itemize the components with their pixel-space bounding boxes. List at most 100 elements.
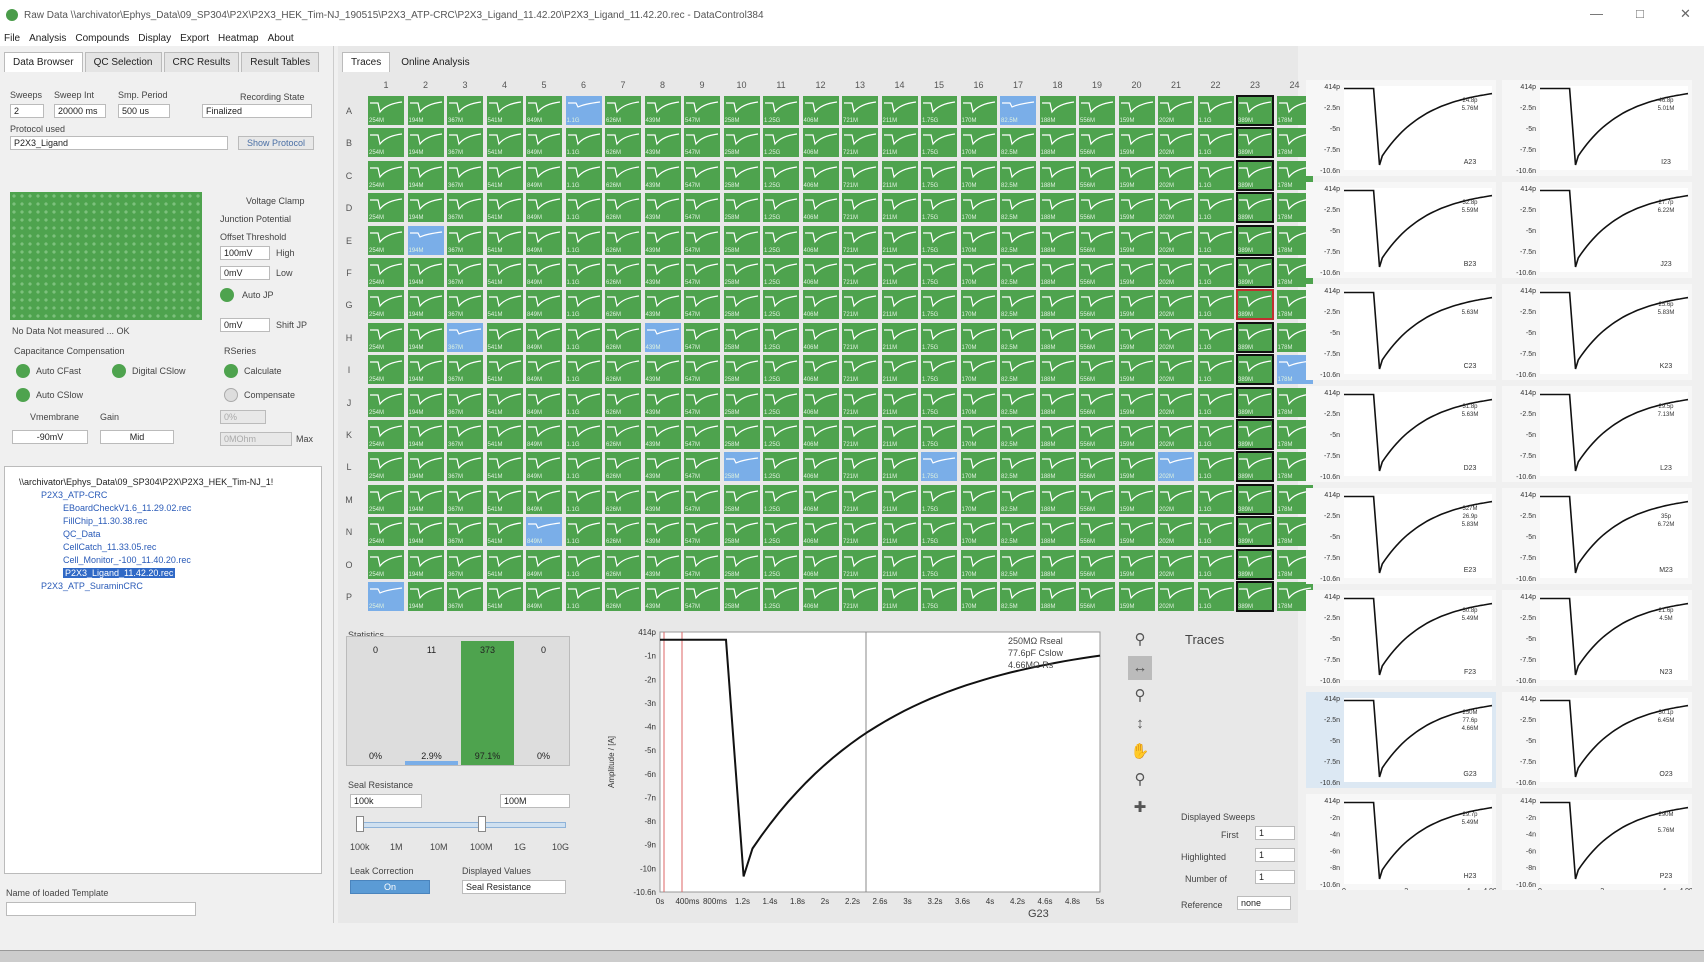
gain-select[interactable]: Mid [100,430,174,444]
well-E3[interactable]: 367M [447,225,483,255]
well-D23[interactable]: 389M [1236,192,1274,224]
tab-result-tables[interactable]: Result Tables [241,52,320,72]
well-O1[interactable]: 254M [368,549,404,579]
well-D21[interactable]: 202M [1158,193,1194,223]
plate-column-header[interactable]: 1 [368,80,404,90]
well-K9[interactable]: 547M [684,420,720,449]
well-A18[interactable]: 188M [1039,96,1076,125]
well-E12[interactable]: 406M [802,225,839,255]
well-H20[interactable]: 159M [1118,322,1155,352]
well-A2[interactable]: 194M [407,96,444,125]
well-C5[interactable]: 849M [526,160,562,190]
well-F10[interactable]: 258M [723,258,760,287]
well-H22[interactable]: 1.1G [1197,322,1234,352]
well-H19[interactable]: 556M [1079,322,1115,352]
well-F17[interactable]: 82.5M [1000,258,1036,287]
plate-row-header[interactable]: M [342,495,356,505]
plate-column-header[interactable]: 11 [763,80,799,90]
well-F8[interactable]: 439M [644,258,681,287]
well-F23[interactable]: 389M [1236,257,1274,288]
seal-slider-min-handle[interactable] [356,816,364,832]
plate-row-header[interactable]: G [342,300,356,310]
well-D18[interactable]: 188M [1039,193,1076,223]
well-F13[interactable]: 721M [842,258,878,287]
trace-I23[interactable]: 414p -2.5n -5n -7.5n -10.6n 46.8p 5.01M I23 [1502,80,1692,176]
well-H23[interactable]: 389M [1236,321,1274,353]
well-O2[interactable]: 194M [407,549,444,579]
well-L12[interactable]: 406M [802,452,839,482]
well-N6[interactable]: 1.1G [565,517,602,547]
well-H4[interactable]: 541M [486,322,523,352]
well-A20[interactable]: 159M [1118,96,1155,125]
well-O3[interactable]: 367M [447,549,483,579]
well-M12[interactable]: 406M [802,484,839,514]
well-N9[interactable]: 547M [684,517,720,547]
trace-O23[interactable]: 414p -2.5n -5n -7.5n -10.6n 30.1p 6.45M O23 [1502,692,1692,788]
well-O23[interactable]: 389M [1236,548,1274,580]
well-M21[interactable]: 202M [1158,484,1194,514]
low-threshold-field[interactable]: 0mV [220,266,270,280]
well-F16[interactable]: 170M [960,258,997,287]
pan-hand-icon[interactable]: ✋ [1128,740,1152,764]
well-K6[interactable]: 1.1G [565,420,602,449]
well-G1[interactable]: 254M [368,290,404,320]
first-sweep-field[interactable]: 1 [1255,826,1295,840]
well-O14[interactable]: 211M [881,549,918,579]
well-L11[interactable]: 1.25G [763,452,799,482]
well-F3[interactable]: 367M [447,258,483,287]
well-O18[interactable]: 188M [1039,549,1076,579]
well-E11[interactable]: 1.25G [763,225,799,255]
well-H11[interactable]: 1.25G [763,322,799,352]
well-D5[interactable]: 849M [526,193,562,223]
well-P10[interactable]: 258M [723,582,760,611]
well-F19[interactable]: 556M [1079,258,1115,287]
well-M8[interactable]: 439M [644,484,681,514]
well-N14[interactable]: 211M [881,517,918,547]
well-A23[interactable]: 389M [1236,95,1274,126]
plate-row-header[interactable]: A [342,106,356,116]
well-M18[interactable]: 188M [1039,484,1076,514]
well-D10[interactable]: 258M [723,193,760,223]
plate-column-header[interactable]: 23 [1237,80,1273,90]
well-C1[interactable]: 254M [368,160,404,190]
plate-row-header[interactable]: E [342,236,356,246]
well-A14[interactable]: 211M [881,96,918,125]
well-J17[interactable]: 82.5M [1000,387,1036,417]
well-B19[interactable]: 556M [1079,128,1115,158]
well-P9[interactable]: 547M [684,582,720,611]
well-G3[interactable]: 367M [447,290,483,320]
menu-file[interactable]: File [4,33,20,44]
well-K10[interactable]: 258M [723,420,760,449]
well-D12[interactable]: 406M [802,193,839,223]
well-B12[interactable]: 406M [802,128,839,158]
well-K14[interactable]: 211M [881,420,918,449]
well-K2[interactable]: 194M [407,420,444,449]
well-O16[interactable]: 170M [960,549,997,579]
well-N18[interactable]: 188M [1039,517,1076,547]
trace-A23[interactable]: 414p -2.5n -5n -7.5n -10.6n 24.8p 5.76M A23 [1306,80,1496,176]
well-L3[interactable]: 367M [447,452,483,482]
well-H7[interactable]: 626M [605,322,641,352]
well-J1[interactable]: 254M [368,387,404,417]
plate-column-header[interactable]: 5 [526,80,562,90]
well-D1[interactable]: 254M [368,193,404,223]
plate-row-header[interactable]: J [342,398,356,408]
well-C15[interactable]: 1.75G [921,160,957,190]
well-E6[interactable]: 1.1G [565,225,602,255]
close-icon[interactable]: ✕ [1680,6,1691,22]
plate-row-header[interactable]: H [342,333,356,343]
plate-row-header[interactable]: I [342,365,356,375]
well-B5[interactable]: 849M [526,128,562,158]
show-protocol-button[interactable]: Show Protocol [238,136,314,150]
well-E17[interactable]: 82.5M [1000,225,1036,255]
well-C18[interactable]: 188M [1039,160,1076,190]
trace-K23[interactable]: 414p -2.5n -5n -7.5n -10.6n 25.6p 5.83M K23 [1502,284,1692,380]
high-threshold-field[interactable]: 100mV [220,246,270,260]
well-L10[interactable]: 258M [723,452,760,482]
well-C12[interactable]: 406M [802,160,839,190]
well-M15[interactable]: 1.75G [921,484,957,514]
well-I12[interactable]: 406M [802,355,839,385]
well-L23[interactable]: 389M [1236,451,1274,483]
well-O20[interactable]: 159M [1118,549,1155,579]
well-K11[interactable]: 1.25G [763,420,799,449]
